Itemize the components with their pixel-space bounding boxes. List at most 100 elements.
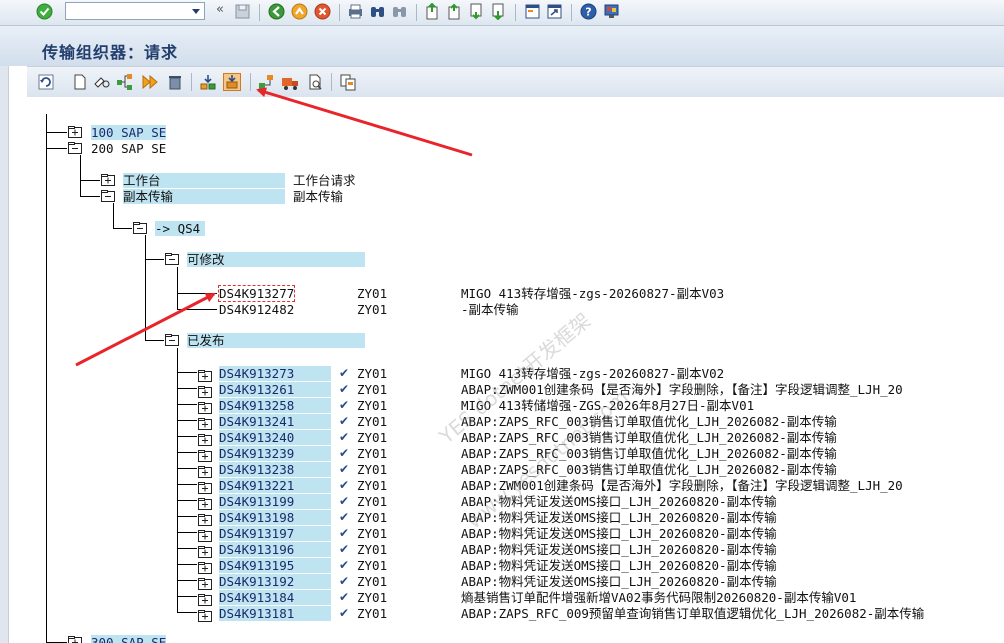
request-item-owner: ZY01 xyxy=(357,526,388,541)
released-check-icon: ✔ xyxy=(339,366,350,380)
request-item-id[interactable]: DS4K913277 xyxy=(217,285,296,302)
hierarchy-icon[interactable] xyxy=(116,73,134,91)
back-history-icon[interactable]: « xyxy=(216,2,233,19)
expand-folder-icon[interactable] xyxy=(198,527,212,542)
expand-folder-icon[interactable] xyxy=(68,126,82,138)
request-item-owner: ZY01 xyxy=(357,366,388,381)
request-item-owner: ZY01 xyxy=(357,542,388,557)
customize-layout-icon[interactable] xyxy=(603,3,620,20)
client-100[interactable]: 100 SAP SE xyxy=(91,125,167,140)
expand-folder-icon[interactable] xyxy=(101,174,115,186)
expand-folder-icon[interactable] xyxy=(198,607,212,622)
expand-folder-icon[interactable] xyxy=(198,479,212,494)
request-item-id[interactable]: DS4K913192 xyxy=(219,574,331,589)
request-item-desc: ABAP:物料凭证发送OMS接口_LJH_20260820-副本传输 xyxy=(461,558,777,573)
request-item-id[interactable]: DS4K913196 xyxy=(219,542,331,557)
expand-folder-icon[interactable] xyxy=(198,415,212,430)
expand-folder-icon[interactable] xyxy=(198,463,212,478)
request-item-id[interactable]: DS4K913198 xyxy=(219,510,331,525)
help-icon[interactable]: ? xyxy=(580,3,597,20)
dropdown-icon[interactable] xyxy=(190,4,202,18)
expand-folder-icon[interactable] xyxy=(198,575,212,590)
request-item-id[interactable]: DS4K913221 xyxy=(219,478,331,493)
request-item-owner: ZY01 xyxy=(357,414,388,429)
transport-icon[interactable] xyxy=(257,73,275,91)
request-item-id[interactable]: DS4K913184 xyxy=(219,590,331,605)
request-item-id[interactable]: DS4K913261 xyxy=(219,382,331,397)
expand-folder-icon[interactable] xyxy=(198,559,212,574)
modifiable-node[interactable]: 可修改 xyxy=(187,252,365,267)
delete-icon[interactable] xyxy=(166,73,184,91)
released-check-icon: ✔ xyxy=(339,494,350,508)
request-item-id[interactable]: DS4K913258 xyxy=(219,398,331,413)
collapse-folder-icon[interactable] xyxy=(68,142,82,154)
find-next-icon[interactable] xyxy=(391,3,408,20)
request-item-desc: 熵基销售订单配件增强新增VA02事务代码限制20260820-副本传输V01 xyxy=(461,590,857,605)
refresh-icon[interactable] xyxy=(37,73,55,91)
target-system-node[interactable]: -> QS4 xyxy=(155,221,205,236)
create-icon[interactable] xyxy=(71,73,89,91)
release-icon[interactable] xyxy=(199,73,217,91)
next-page-icon[interactable] xyxy=(468,3,485,20)
expand-folder-icon[interactable] xyxy=(198,383,212,398)
request-item-owner: ZY01 xyxy=(357,558,388,573)
activate-icon[interactable] xyxy=(141,73,159,91)
request-item-id[interactable]: DS4K912482 xyxy=(219,302,294,317)
request-item-id[interactable]: DS4K913273 xyxy=(219,366,331,381)
released-node[interactable]: 已发布 xyxy=(187,333,365,348)
client-200[interactable]: 200 SAP SE xyxy=(91,141,166,156)
first-page-icon[interactable] xyxy=(424,3,441,20)
expand-folder-icon[interactable] xyxy=(198,431,212,446)
command-field[interactable] xyxy=(65,2,205,20)
page-title: 传输组织器：请求 xyxy=(42,43,179,62)
last-page-icon[interactable] xyxy=(490,3,507,20)
request-item-id[interactable]: DS4K913195 xyxy=(219,558,331,573)
change-display-icon[interactable] xyxy=(93,73,111,91)
released-check-icon: ✔ xyxy=(339,414,350,428)
back-icon[interactable] xyxy=(268,3,285,20)
request-item-id[interactable]: DS4K913197 xyxy=(219,526,331,541)
prev-page-icon[interactable] xyxy=(446,3,463,20)
print-icon[interactable] xyxy=(347,3,364,20)
object-list-icon[interactable] xyxy=(306,73,324,91)
application-toolbar xyxy=(27,66,1004,99)
request-item-id[interactable]: DS4K913199 xyxy=(219,494,331,509)
collapse-folder-icon[interactable] xyxy=(165,253,179,265)
expand-folder-icon[interactable] xyxy=(198,591,212,606)
released-check-icon: ✔ xyxy=(339,398,350,412)
expand-folder-icon[interactable] xyxy=(198,495,212,510)
shortcut-icon[interactable] xyxy=(546,3,563,20)
truck-icon[interactable] xyxy=(281,73,299,91)
new-session-icon[interactable] xyxy=(524,3,541,20)
expand-folder-icon[interactable] xyxy=(198,511,212,526)
expand-folder-icon[interactable] xyxy=(68,636,82,643)
request-item-id[interactable]: DS4K913239 xyxy=(219,446,331,461)
exit-icon[interactable] xyxy=(291,3,308,20)
cancel-icon[interactable] xyxy=(314,3,331,20)
workbench-desc: 工作台请求 xyxy=(293,173,356,188)
client-300[interactable]: 300 SAP SE xyxy=(91,635,167,643)
expand-folder-icon[interactable] xyxy=(198,367,212,382)
expand-folder-icon[interactable] xyxy=(198,399,212,414)
find-icon[interactable] xyxy=(369,3,386,20)
copy-icon[interactable] xyxy=(339,73,357,91)
save-icon[interactable] xyxy=(234,3,251,20)
request-item-desc: ABAP:物料凭证发送OMS接口_LJH_20260820-副本传输 xyxy=(461,542,777,557)
release-highlighted-icon[interactable] xyxy=(223,73,241,91)
expand-folder-icon[interactable] xyxy=(198,447,212,462)
request-item-id[interactable]: DS4K913241 xyxy=(219,414,331,429)
transport-tree: 100 SAP SE 200 SAP SE 工作台 工作台请求 副本传输 副本传… xyxy=(27,97,1004,643)
collapse-folder-icon[interactable] xyxy=(101,190,115,202)
request-item-id[interactable]: DS4K913238 xyxy=(219,462,331,477)
enter-icon[interactable] xyxy=(36,3,53,20)
expand-folder-icon[interactable] xyxy=(198,543,212,558)
request-item-id[interactable]: DS4K913181 xyxy=(219,606,331,621)
collapse-folder-icon[interactable] xyxy=(133,222,147,234)
released-check-icon: ✔ xyxy=(339,382,350,396)
collapse-folder-icon[interactable] xyxy=(165,334,179,346)
request-item-id[interactable]: DS4K913240 xyxy=(219,430,331,445)
workbench-node[interactable]: 工作台 xyxy=(123,173,285,188)
request-item-owner: ZY01 xyxy=(357,590,388,605)
svg-text:?: ? xyxy=(585,6,591,19)
copy-transport-node[interactable]: 副本传输 xyxy=(123,189,285,204)
